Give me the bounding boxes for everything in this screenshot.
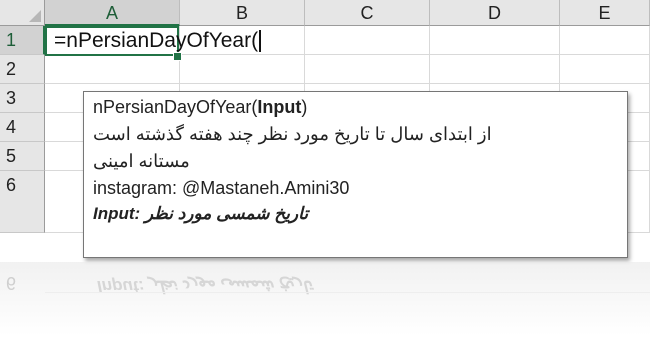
cell-d1[interactable] xyxy=(430,26,560,55)
select-all-triangle-icon xyxy=(29,10,41,22)
signature-function-name: nPersianDayOfYear( xyxy=(93,97,258,117)
reflection-text: Input: تاریخ شمسی مورد نظر xyxy=(97,277,313,296)
mirror-reflection: 6 Input: تاریخ شمسی مورد نظر xyxy=(0,262,650,344)
row-header-1[interactable]: 1 xyxy=(0,26,45,55)
cell-e2[interactable] xyxy=(560,55,650,84)
function-instagram: instagram: @Mastaneh.Amini30 xyxy=(93,178,350,198)
column-header-c[interactable]: C xyxy=(305,0,430,26)
cell-c1[interactable] xyxy=(305,26,430,55)
signature-parameter: Input xyxy=(257,97,302,117)
row-header-4[interactable]: 4 xyxy=(0,113,45,142)
cell-e1[interactable] xyxy=(560,26,650,55)
cell-c2[interactable] xyxy=(305,55,430,84)
row-header-6[interactable]: 6 xyxy=(0,171,45,233)
column-header-a[interactable]: A xyxy=(45,0,180,26)
text-caret xyxy=(259,30,262,53)
function-signature: nPersianDayOfYear(Input) xyxy=(93,94,618,121)
formula-text: =nPersianDayOfYear( xyxy=(54,29,259,52)
spreadsheet-grid: A B C D E 1 2 3 4 5 6 =nPersianDayOfYear… xyxy=(0,0,650,262)
function-description: از ابتدای سال تا تاریخ مورد نظر چند هفته… xyxy=(93,124,492,144)
reflection-row-label: 6 xyxy=(6,273,17,293)
function-tooltip: nPersianDayOfYear(Input) از ابتدای سال ت… xyxy=(83,91,628,258)
row-header-3[interactable]: 3 xyxy=(0,84,45,113)
cell-formula-editor[interactable]: =nPersianDayOfYear( xyxy=(54,26,262,56)
select-all-corner[interactable] xyxy=(0,0,45,26)
reflection-gridline xyxy=(45,292,650,293)
row-header-5[interactable]: 5 xyxy=(0,142,45,171)
reflection-fade xyxy=(0,262,650,344)
cell-a2[interactable] xyxy=(45,55,180,84)
parameter-help: Input: تاریخ شمسی مورد نظر xyxy=(93,204,309,223)
row-header-2[interactable]: 2 xyxy=(0,55,45,84)
column-header-b[interactable]: B xyxy=(180,0,305,26)
function-author: مستانه امینی xyxy=(93,151,190,171)
cell-b2[interactable] xyxy=(180,55,305,84)
cell-d2[interactable] xyxy=(430,55,560,84)
column-header-e[interactable]: E xyxy=(560,0,650,26)
signature-close-paren: ) xyxy=(301,97,308,117)
column-header-d[interactable]: D xyxy=(430,0,560,26)
